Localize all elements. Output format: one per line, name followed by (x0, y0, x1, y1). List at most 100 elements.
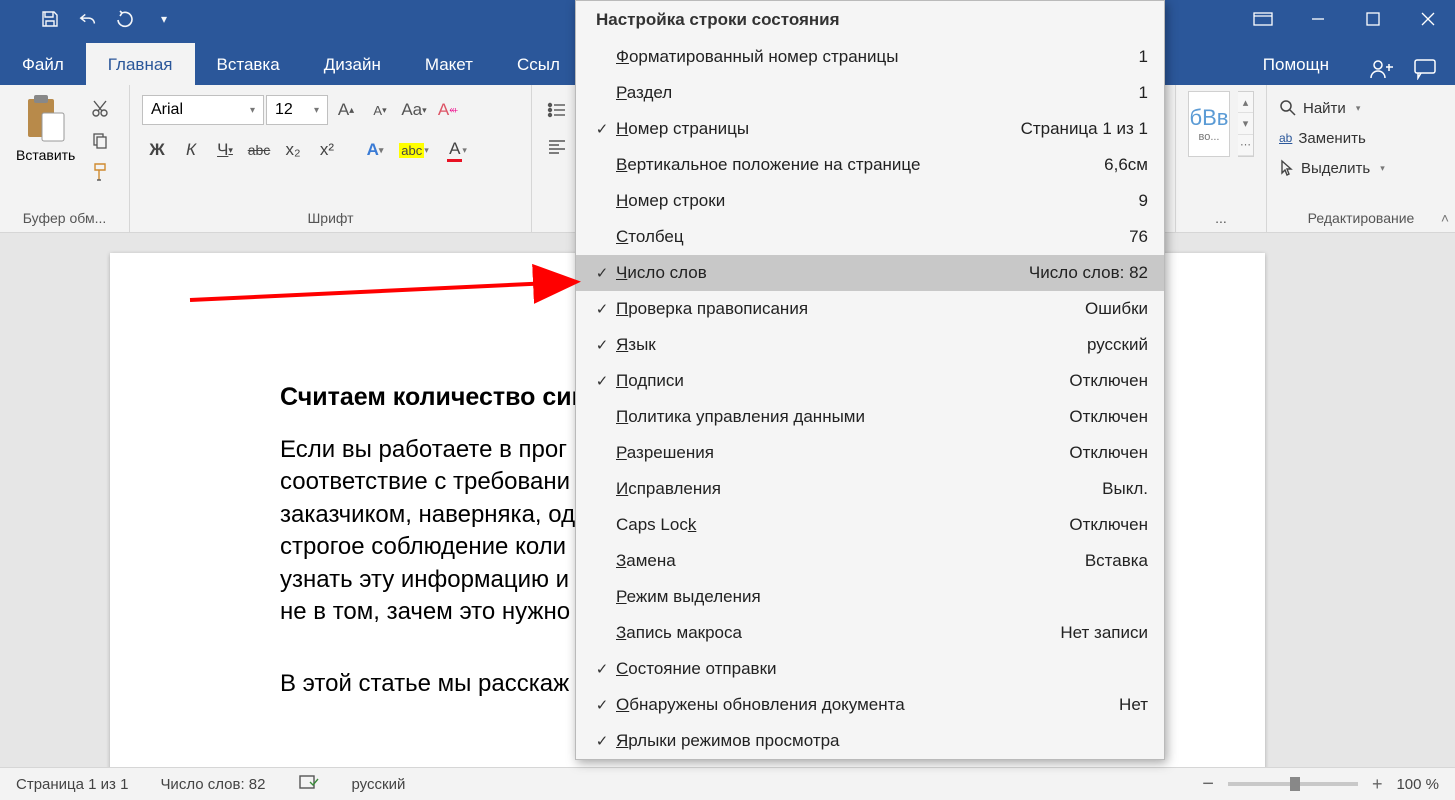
font-group-label: Шрифт (142, 206, 519, 230)
tab-design[interactable]: Дизайн (302, 43, 403, 85)
zoom-out-icon[interactable]: − (1202, 773, 1214, 796)
tab-references[interactable]: Ссыл (495, 43, 582, 85)
ribbon-display-icon[interactable] (1235, 0, 1290, 37)
select-button[interactable]: Выделить▾ (1279, 155, 1385, 181)
popup-item-label: Язык (616, 335, 1087, 355)
tab-help[interactable]: Помощн (1241, 43, 1351, 85)
font-name-input[interactable]: Arial▾ (142, 95, 264, 125)
comments-icon[interactable] (1413, 58, 1437, 85)
status-language[interactable]: русский (352, 776, 406, 793)
italic-button[interactable]: К (176, 135, 206, 165)
tab-insert[interactable]: Вставка (195, 43, 302, 85)
format-painter-icon[interactable] (87, 159, 113, 185)
popup-item-0[interactable]: Форматированный номер страницы1 (576, 39, 1164, 75)
styles-gallery-scroll[interactable]: ▴▾⋯ (1238, 91, 1254, 157)
popup-item-13[interactable]: Caps LockОтключен (576, 507, 1164, 543)
style-preview[interactable]: бВв во... (1188, 91, 1230, 157)
status-bar-config-popup: Настройка строки состояния Форматированн… (575, 0, 1165, 760)
zoom-slider[interactable] (1228, 782, 1358, 786)
collapse-ribbon-icon[interactable]: ˄ (1441, 210, 1449, 226)
popup-item-17[interactable]: ✓Состояние отправки (576, 651, 1164, 687)
popup-item-value: Число слов: 82 (1029, 263, 1148, 283)
highlight-button[interactable]: abc▾ (394, 135, 434, 165)
popup-item-label: Номер строки (616, 191, 1139, 211)
popup-item-8[interactable]: ✓Языкрусский (576, 327, 1164, 363)
check-icon: ✓ (588, 372, 616, 390)
qat-more-icon[interactable]: ▾ (154, 9, 174, 29)
popup-item-16[interactable]: Запись макросаНет записи (576, 615, 1164, 651)
popup-title: Настройка строки состояния (576, 1, 1164, 39)
minimize-icon[interactable] (1290, 0, 1345, 37)
zoom-value[interactable]: 100 % (1396, 776, 1439, 793)
popup-item-label: Разрешения (616, 443, 1069, 463)
popup-item-2[interactable]: ✓Номер страницыСтраница 1 из 1 (576, 111, 1164, 147)
popup-item-label: Номер страницы (616, 119, 1021, 139)
popup-item-label: Замена (616, 551, 1085, 571)
popup-item-10[interactable]: Политика управления даннымиОтключен (576, 399, 1164, 435)
status-page[interactable]: Страница 1 из 1 (16, 776, 128, 793)
popup-item-value: 6,6см (1104, 155, 1148, 175)
find-button[interactable]: Найти▾ (1279, 95, 1385, 121)
popup-item-9[interactable]: ✓ПодписиОтключен (576, 363, 1164, 399)
popup-item-value: русский (1087, 335, 1148, 355)
copy-icon[interactable] (87, 127, 113, 153)
popup-item-label: Исправления (616, 479, 1102, 499)
popup-item-label: Подписи (616, 371, 1069, 391)
subscript-button[interactable]: x₂ (278, 135, 308, 165)
align-left-icon[interactable] (544, 133, 570, 159)
tab-file[interactable]: Файл (0, 43, 86, 85)
popup-item-value: Нет (1119, 695, 1148, 715)
status-bar[interactable]: Страница 1 из 1 Число слов: 82 русский −… (0, 767, 1455, 800)
undo-icon[interactable] (78, 9, 98, 29)
popup-item-label: Caps Lock (616, 515, 1069, 535)
clear-format-icon[interactable]: A⬴ (432, 95, 464, 125)
popup-item-15[interactable]: Режим выделения (576, 579, 1164, 615)
font-size-input[interactable]: 12▾ (266, 95, 328, 125)
popup-item-5[interactable]: Столбец76 (576, 219, 1164, 255)
zoom-in-icon[interactable]: + (1372, 774, 1383, 795)
superscript-button[interactable]: x² (312, 135, 342, 165)
replace-button[interactable]: abЗаменить (1279, 125, 1385, 151)
popup-item-label: Состояние отправки (616, 659, 1148, 679)
clipboard-group-label: Буфер обм... (12, 206, 117, 230)
popup-item-14[interactable]: ЗаменаВставка (576, 543, 1164, 579)
shrink-font-icon[interactable]: A▾ (364, 95, 396, 125)
redo-icon[interactable] (116, 9, 136, 29)
popup-item-7[interactable]: ✓Проверка правописанияОшибки (576, 291, 1164, 327)
save-icon[interactable] (40, 9, 60, 29)
popup-item-12[interactable]: ИсправленияВыкл. (576, 471, 1164, 507)
tab-layout[interactable]: Макет (403, 43, 495, 85)
bullets-icon[interactable] (544, 97, 570, 123)
font-color-button[interactable]: A▾ (438, 135, 476, 165)
tab-home[interactable]: Главная (86, 43, 195, 85)
check-icon: ✓ (588, 336, 616, 354)
popup-item-19[interactable]: ✓Ярлыки режимов просмотра (576, 723, 1164, 759)
popup-item-label: Форматированный номер страницы (616, 47, 1139, 67)
check-icon: ✓ (588, 120, 616, 138)
popup-item-18[interactable]: ✓Обнаружены обновления документаНет (576, 687, 1164, 723)
popup-item-3[interactable]: Вертикальное положение на странице6,6см (576, 147, 1164, 183)
underline-button[interactable]: Ч▾ (210, 135, 240, 165)
popup-item-11[interactable]: РазрешенияОтключен (576, 435, 1164, 471)
text-effects-button[interactable]: A▾ (360, 135, 390, 165)
user-icon[interactable] (1369, 58, 1395, 85)
strike-button[interactable]: abc (244, 135, 274, 165)
bold-button[interactable]: Ж (142, 135, 172, 165)
maximize-icon[interactable] (1345, 0, 1400, 37)
change-case-icon[interactable]: Aa▾ (398, 95, 430, 125)
close-icon[interactable] (1400, 0, 1455, 37)
cut-icon[interactable] (87, 95, 113, 121)
popup-item-label: Проверка правописания (616, 299, 1085, 319)
popup-item-1[interactable]: Раздел1 (576, 75, 1164, 111)
popup-item-4[interactable]: Номер строки9 (576, 183, 1164, 219)
popup-item-value: Отключен (1069, 371, 1148, 391)
check-icon: ✓ (588, 660, 616, 678)
popup-item-value: 1 (1139, 83, 1148, 103)
status-word-count[interactable]: Число слов: 82 (160, 776, 265, 793)
popup-item-6[interactable]: ✓Число словЧисло слов: 82 (576, 255, 1164, 291)
grow-font-icon[interactable]: A▴ (330, 95, 362, 125)
status-spellcheck-icon[interactable] (298, 773, 320, 795)
popup-item-label: Раздел (616, 83, 1139, 103)
check-icon: ✓ (588, 300, 616, 318)
paste-button[interactable]: Вставить (12, 91, 79, 165)
